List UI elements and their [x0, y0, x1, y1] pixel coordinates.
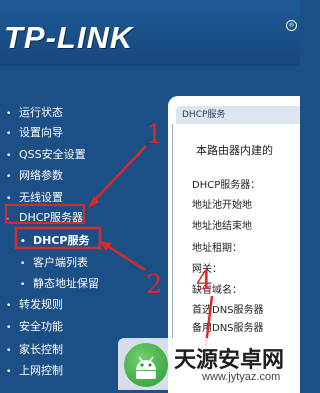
annotation-number-2: 2: [146, 270, 163, 300]
annotation-arrow-1: [89, 145, 147, 206]
watermark-title: 天源安卓网: [174, 348, 285, 373]
highlight-box-dhcp-server: [5, 204, 85, 224]
annotation-number-1: 1: [146, 120, 163, 150]
annotation-overlay: [5, 145, 214, 346]
highlight-box-dhcp-service: [14, 226, 102, 250]
arrow-head-2-icon: [100, 241, 112, 251]
annotation-number-4: 4: [196, 266, 213, 296]
android-logo-icon: [124, 343, 168, 387]
watermark: 天源安卓网 www.jytyaz.com: [118, 338, 300, 390]
watermark-url: www.jytyaz.com: [202, 371, 281, 383]
annotation-arrow-2: [102, 241, 146, 272]
